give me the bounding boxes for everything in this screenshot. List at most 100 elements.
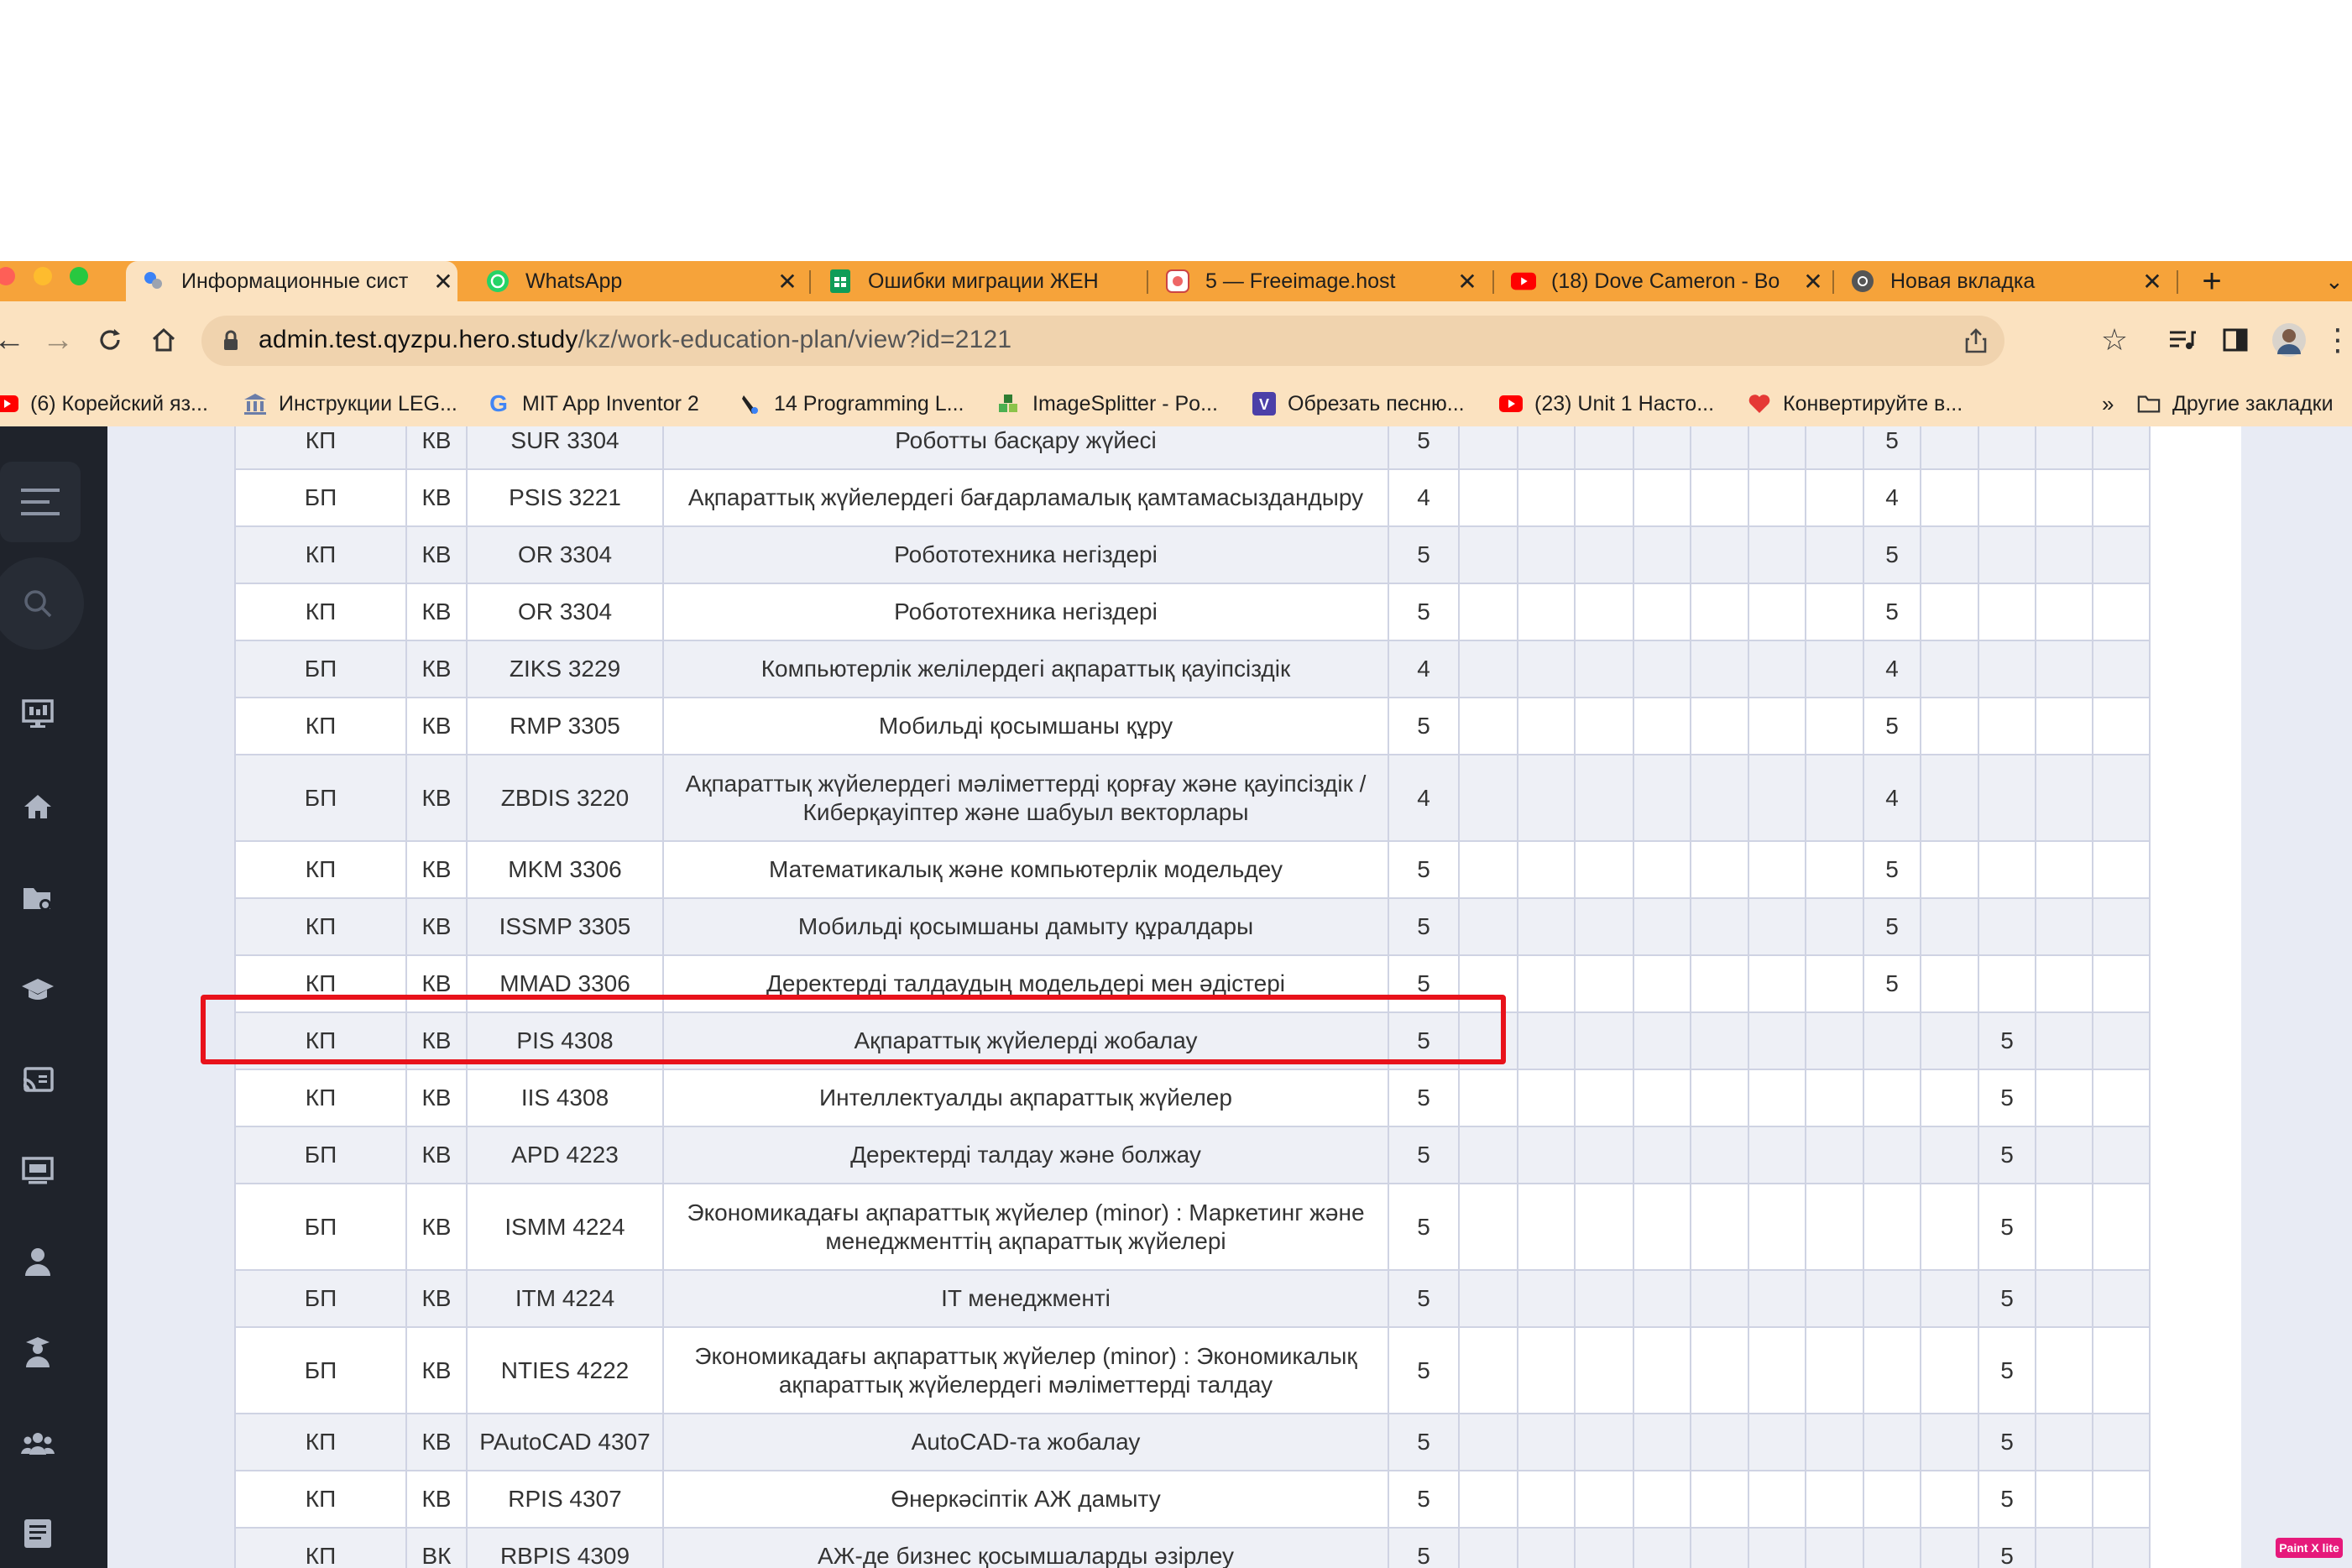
menu-button[interactable]: ⋮ — [2317, 319, 2352, 361]
cell-empty — [1978, 525, 2036, 584]
bookmark-unit1[interactable]: (23) Unit 1 Насто... — [1499, 383, 1714, 425]
cell-empty — [1748, 697, 1806, 755]
cell-empty — [1920, 583, 1979, 641]
hero-icon — [141, 269, 166, 294]
cell-empty — [1633, 640, 1691, 698]
back-button[interactable]: ← — [0, 319, 30, 361]
cell-empty — [1574, 1011, 1634, 1070]
bookmark-imagesplitter[interactable]: ImageSplitter - Po... — [997, 383, 1218, 425]
bookmark-label: Инструкции LEG... — [279, 391, 457, 416]
cell-discipline-name: Мобильді қосымшаны дамыту құралдары — [662, 897, 1389, 956]
cell-empty — [1633, 1069, 1691, 1127]
cell-component: КВ — [405, 840, 468, 899]
tab-title: WhatsApp — [525, 269, 623, 293]
sidebar-item-education[interactable] — [17, 969, 59, 1011]
cell-discipline-name: Интеллектуалды ақпараттық жүйелер — [662, 1069, 1389, 1127]
table-row: БП КВ NTIES 4222 Экономикадағы ақпараттық ж… — [234, 1326, 2151, 1414]
reload-button[interactable] — [89, 319, 131, 361]
cell-empty — [1748, 1069, 1806, 1127]
cell-discipline-name: Математикалық және компьютерлік модельде… — [662, 840, 1389, 899]
cell-discipline-name: Экономикадағы ақпараттық жүйелер (minor)… — [662, 1326, 1389, 1414]
bookmark-instrukcii[interactable]: Инструкции LEG... — [243, 383, 457, 425]
sidebar-item-user[interactable] — [17, 1241, 59, 1283]
cell-semester-credits: 5 — [1863, 525, 1921, 584]
bookmark-obrezat[interactable]: V Обрезать песню... — [1252, 383, 1465, 425]
cell-empty — [2035, 1011, 2093, 1070]
menu-toggle-button[interactable] — [0, 462, 81, 542]
cell-empty — [1517, 583, 1576, 641]
forward-button[interactable]: → — [37, 319, 79, 361]
sidebar-item-student[interactable] — [17, 1331, 59, 1373]
sidebar-item-group[interactable] — [17, 1422, 59, 1464]
group-icon — [21, 1433, 55, 1455]
tab-informacionnye[interactable]: Информационные сист ✕ — [126, 261, 457, 301]
close-tab-icon[interactable]: ✕ — [2138, 268, 2166, 295]
sidebar-item-document[interactable] — [17, 1513, 59, 1555]
tab-google-sheets[interactable]: Ошибки миграции ЖЕН ✕ — [813, 261, 1144, 301]
tab-search-button[interactable]: ⌄ — [2325, 261, 2350, 301]
tab-whatsapp[interactable]: WhatsApp ✕ — [470, 261, 802, 301]
cell-empty — [1574, 1326, 1634, 1414]
cell-component: КВ — [405, 754, 468, 842]
building-icon — [243, 392, 267, 416]
cell-empty — [1458, 754, 1518, 842]
address-bar[interactable]: admin.test.qyzpu.hero.study/kz/work-educ… — [201, 316, 2004, 366]
new-tab-label: + — [2202, 262, 2222, 300]
bookmark-konvertiruyte[interactable]: Конвертируйте в... — [1748, 383, 1963, 425]
imagesplitter-icon — [997, 392, 1021, 416]
minimize-window-button[interactable] — [34, 267, 52, 285]
close-tab-icon[interactable]: ✕ — [429, 268, 457, 295]
cell-empty — [1805, 1527, 1864, 1568]
profile-button[interactable] — [2268, 319, 2310, 361]
sidebar-item-folder[interactable] — [17, 878, 59, 920]
sidebar-item-cast[interactable] — [17, 1059, 59, 1101]
share-icon[interactable] — [1964, 327, 1988, 354]
bookmark-korean[interactable]: (6) Корейский яз... — [0, 383, 208, 425]
cell-empty — [1458, 954, 1518, 1013]
bookmark-mit-app-inventor[interactable]: G MIT App Inventor 2 — [487, 383, 699, 425]
cell-code: ITM 4224 — [466, 1269, 664, 1328]
cell-empty — [1978, 468, 2036, 527]
youtube-icon — [0, 392, 18, 416]
zoom-window-button[interactable] — [70, 267, 88, 285]
cell-component: КВ — [405, 1183, 468, 1271]
cell-empty — [1574, 1413, 1634, 1471]
cell-empty — [2035, 1269, 2093, 1328]
cell-code: OR 3304 — [466, 525, 664, 584]
sidebar-item-monitor[interactable] — [17, 693, 59, 735]
home-button[interactable] — [143, 319, 185, 361]
search-button[interactable] — [0, 557, 84, 650]
cell-cycle: КП — [234, 1011, 407, 1070]
tab-new-tab[interactable]: Новая вкладка ✕ — [1835, 261, 2166, 301]
tab-freeimage[interactable]: 5 — Freeimage.host ✕ — [1150, 261, 1482, 301]
close-tab-icon[interactable]: ✕ — [1453, 268, 1482, 295]
tab-separator — [1147, 270, 1148, 294]
cell-empty — [1920, 954, 1979, 1013]
bookmark-programming[interactable]: 14 Programming L... — [739, 383, 964, 425]
cell-empty — [2092, 1413, 2151, 1471]
cell-empty — [1517, 897, 1576, 956]
cell-credits: 5 — [1388, 840, 1460, 899]
cell-empty — [1920, 1470, 1979, 1529]
more-bookmarks-button[interactable]: » — [2102, 383, 2114, 425]
reading-list-button[interactable] — [2161, 319, 2203, 361]
folder-icon — [2137, 392, 2161, 416]
cell-empty — [2092, 525, 2151, 584]
tab-separator — [1832, 270, 1834, 294]
cell-cycle: КП — [234, 426, 407, 470]
table-row: КП КВ ISSMP 3305 Мобильді қосымшаны дамыту … — [234, 897, 2151, 956]
side-panel-button[interactable] — [2214, 319, 2256, 361]
new-tab-button[interactable]: + — [2191, 261, 2233, 301]
cell-empty — [1574, 954, 1634, 1013]
cell-empty — [1458, 468, 1518, 527]
sidebar-item-screen[interactable] — [17, 1150, 59, 1192]
close-tab-icon[interactable]: ✕ — [773, 268, 802, 295]
tab-youtube[interactable]: (18) Dove Cameron - Bo ✕ — [1496, 261, 1827, 301]
cell-credits: 5 — [1388, 1183, 1460, 1271]
sidebar-item-home[interactable] — [17, 786, 59, 828]
other-bookmarks-folder[interactable]: Другие закладки — [2137, 383, 2334, 425]
bookmark-star-button[interactable]: ☆ — [2093, 319, 2135, 361]
cell-empty — [1458, 1069, 1518, 1127]
close-tab-icon[interactable]: ✕ — [1799, 268, 1827, 295]
cell-empty — [1633, 1527, 1691, 1568]
